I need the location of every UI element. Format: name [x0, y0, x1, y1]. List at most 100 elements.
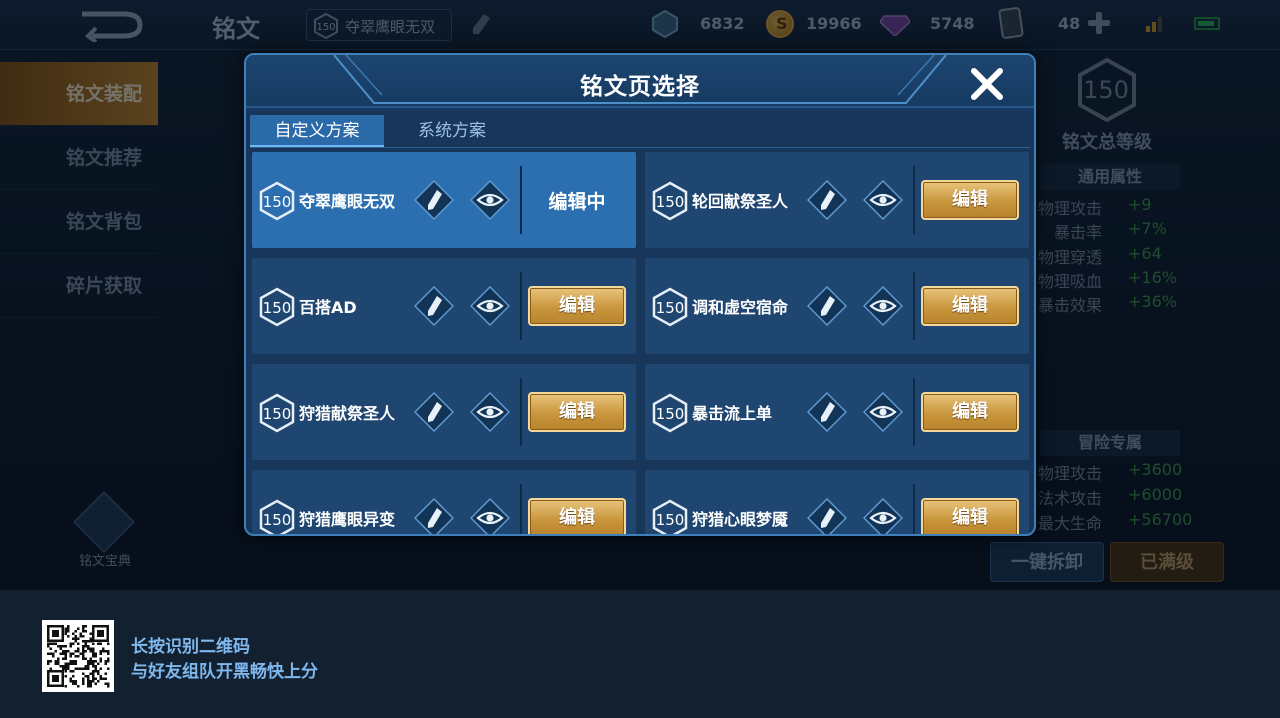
preview-eye-icon[interactable] [863, 498, 903, 536]
edit-button[interactable]: 编辑 [528, 392, 626, 432]
svg-text:150: 150 [263, 193, 292, 211]
level-hex-icon: 150 [652, 181, 688, 221]
preview-eye-icon[interactable] [863, 286, 903, 326]
stat-name: 法术攻击 [1038, 489, 1103, 508]
rename-pen-icon[interactable] [414, 498, 454, 536]
rename-pen-icon[interactable] [414, 180, 454, 220]
edit-button[interactable]: 编辑 [921, 498, 1019, 534]
rename-pen-icon[interactable] [414, 286, 454, 326]
card-currency: 48 [998, 6, 1081, 40]
sidebar-item-fragments[interactable]: 碎片获取 [0, 254, 158, 318]
level-hex-icon: 150 [259, 499, 295, 534]
sidebar-item-recommend[interactable]: 铭文推荐 [0, 126, 158, 190]
rename-pen-icon[interactable] [414, 392, 454, 432]
page-list: 150 夺翠鹰眼无双 编辑中 150 轮回献祭圣人 编辑 150 百搭AD 编辑 150 调和虚空宿… [250, 151, 1034, 536]
gem-count: 6832 [700, 14, 745, 33]
current-page-name: 夺翠鹰眼无双 [345, 18, 436, 36]
level-hex-icon: 150 [259, 287, 295, 327]
svg-text:150: 150 [656, 405, 685, 423]
preview-eye-icon[interactable] [863, 180, 903, 220]
gold-count: 19966 [806, 14, 862, 33]
qr-code[interactable] [42, 620, 114, 692]
max-level-button[interactable]: 已满级 [1110, 542, 1224, 582]
stat-name: 暴击率 [1053, 223, 1102, 242]
page-name: 百搭AD [299, 298, 357, 317]
page-name: 狩猎心眼梦魇 [692, 510, 789, 529]
page-title: 铭文 [212, 15, 260, 43]
page-card[interactable]: 150 调和虚空宿命 编辑 [645, 258, 1029, 354]
edit-button[interactable]: 编辑 [528, 286, 626, 326]
rename-pen-icon[interactable] [807, 180, 847, 220]
stat-value: +36% [1128, 292, 1177, 311]
card-divider [520, 378, 522, 446]
current-page-chip[interactable]: 150 夺翠鹰眼无双 [306, 9, 452, 41]
level-hex-icon: 150 [652, 499, 688, 534]
page-name: 夺翠鹰眼无双 [299, 192, 396, 211]
qr-hint-line-2: 与好友组队开黑畅快上分 [131, 662, 318, 682]
back-icon[interactable] [62, 8, 182, 42]
page-card[interactable]: 150 百搭AD 编辑 [252, 258, 636, 354]
codex-button[interactable]: 铭文宝典 [70, 490, 140, 570]
page-card[interactable]: 150 狩猎鹰眼异变 编辑 [252, 470, 636, 536]
add-currency-icon[interactable] [1088, 12, 1110, 34]
sidebar: 铭文装配 铭文推荐 铭文背包 碎片获取 [0, 62, 158, 318]
rename-pen-icon[interactable] [470, 12, 492, 36]
preview-eye-icon[interactable] [863, 392, 903, 432]
svg-text:150: 150 [656, 299, 685, 317]
edit-button[interactable]: 编辑 [921, 286, 1019, 326]
tab-custom-plans[interactable]: 自定义方案 [250, 115, 384, 147]
close-icon[interactable] [968, 65, 1006, 103]
card-divider [913, 166, 915, 234]
level-hex-icon: 150 [652, 287, 688, 327]
rename-pen-icon[interactable] [807, 392, 847, 432]
adventure-attributes-heading: 冒险专属 [1040, 430, 1180, 456]
stat-value: +3600 [1128, 460, 1183, 479]
page-card[interactable]: 150 狩猎心眼梦魇 编辑 [645, 470, 1029, 536]
level-hex-icon: 150 [314, 13, 338, 39]
page-name: 轮回献祭圣人 [692, 192, 789, 211]
page-card[interactable]: 150 轮回献祭圣人 编辑 [645, 152, 1029, 248]
card-count: 48 [1058, 14, 1081, 33]
preview-eye-icon[interactable] [470, 392, 510, 432]
page-card[interactable]: 150 夺翠鹰眼无双 编辑中 [252, 152, 636, 248]
stat-name: 物理穿透 [1038, 248, 1103, 267]
edit-button[interactable]: 编辑 [921, 392, 1019, 432]
gold-currency: 19966 [766, 8, 876, 40]
edit-button[interactable]: 编辑 [921, 180, 1019, 220]
dialog-title: 铭文页选择 [580, 74, 700, 100]
total-level-label: 铭文总等级 [1062, 132, 1152, 153]
qr-code-image [47, 625, 110, 688]
general-attributes-heading: 通用属性 [1040, 164, 1180, 190]
editing-status: 编辑中 [548, 191, 606, 213]
page-card[interactable]: 150 狩猎献祭圣人 编辑 [252, 364, 636, 460]
book-icon [72, 490, 136, 554]
unequip-all-button[interactable]: 一键拆卸 [990, 542, 1104, 582]
preview-eye-icon[interactable] [470, 180, 510, 220]
stat-value: +9 [1128, 195, 1152, 214]
level-hex-icon: 150 [259, 393, 295, 433]
crystal-count: 5748 [930, 14, 975, 33]
edit-button[interactable]: 编辑 [528, 498, 626, 534]
page-card[interactable]: 150 暴击流上单 编辑 [645, 364, 1029, 460]
tab-system-plans[interactable]: 系统方案 [402, 115, 502, 147]
card-divider [520, 272, 522, 340]
top-bar: 铭文 150 夺翠鹰眼无双 6832 19966 5748 [0, 0, 1280, 50]
preview-eye-icon[interactable] [470, 286, 510, 326]
gem-currency: 6832 [652, 8, 752, 40]
svg-text:150: 150 [656, 511, 685, 529]
sidebar-item-backpack[interactable]: 铭文背包 [0, 190, 158, 254]
card-divider [520, 484, 522, 534]
sidebar-item-equip[interactable]: 铭文装配 [0, 62, 158, 126]
page-select-dialog: 铭文页选择 自定义方案 系统方案 150 夺翠鹰眼无双 编辑中 150 轮回献祭圣人 编辑… [244, 53, 1036, 536]
tab-divider [250, 147, 1030, 148]
card-divider [913, 484, 915, 534]
stat-name: 物理攻击 [1038, 464, 1103, 483]
crystal-currency: 5748 [880, 8, 980, 40]
preview-eye-icon[interactable] [470, 498, 510, 536]
level-hex-icon: 150 [259, 181, 295, 221]
stat-name: 物理攻击 [1038, 199, 1103, 218]
rename-pen-icon[interactable] [807, 498, 847, 536]
dialog-header: 铭文页选择 [246, 55, 1034, 111]
rename-pen-icon[interactable] [807, 286, 847, 326]
svg-text:150: 150 [263, 405, 292, 423]
